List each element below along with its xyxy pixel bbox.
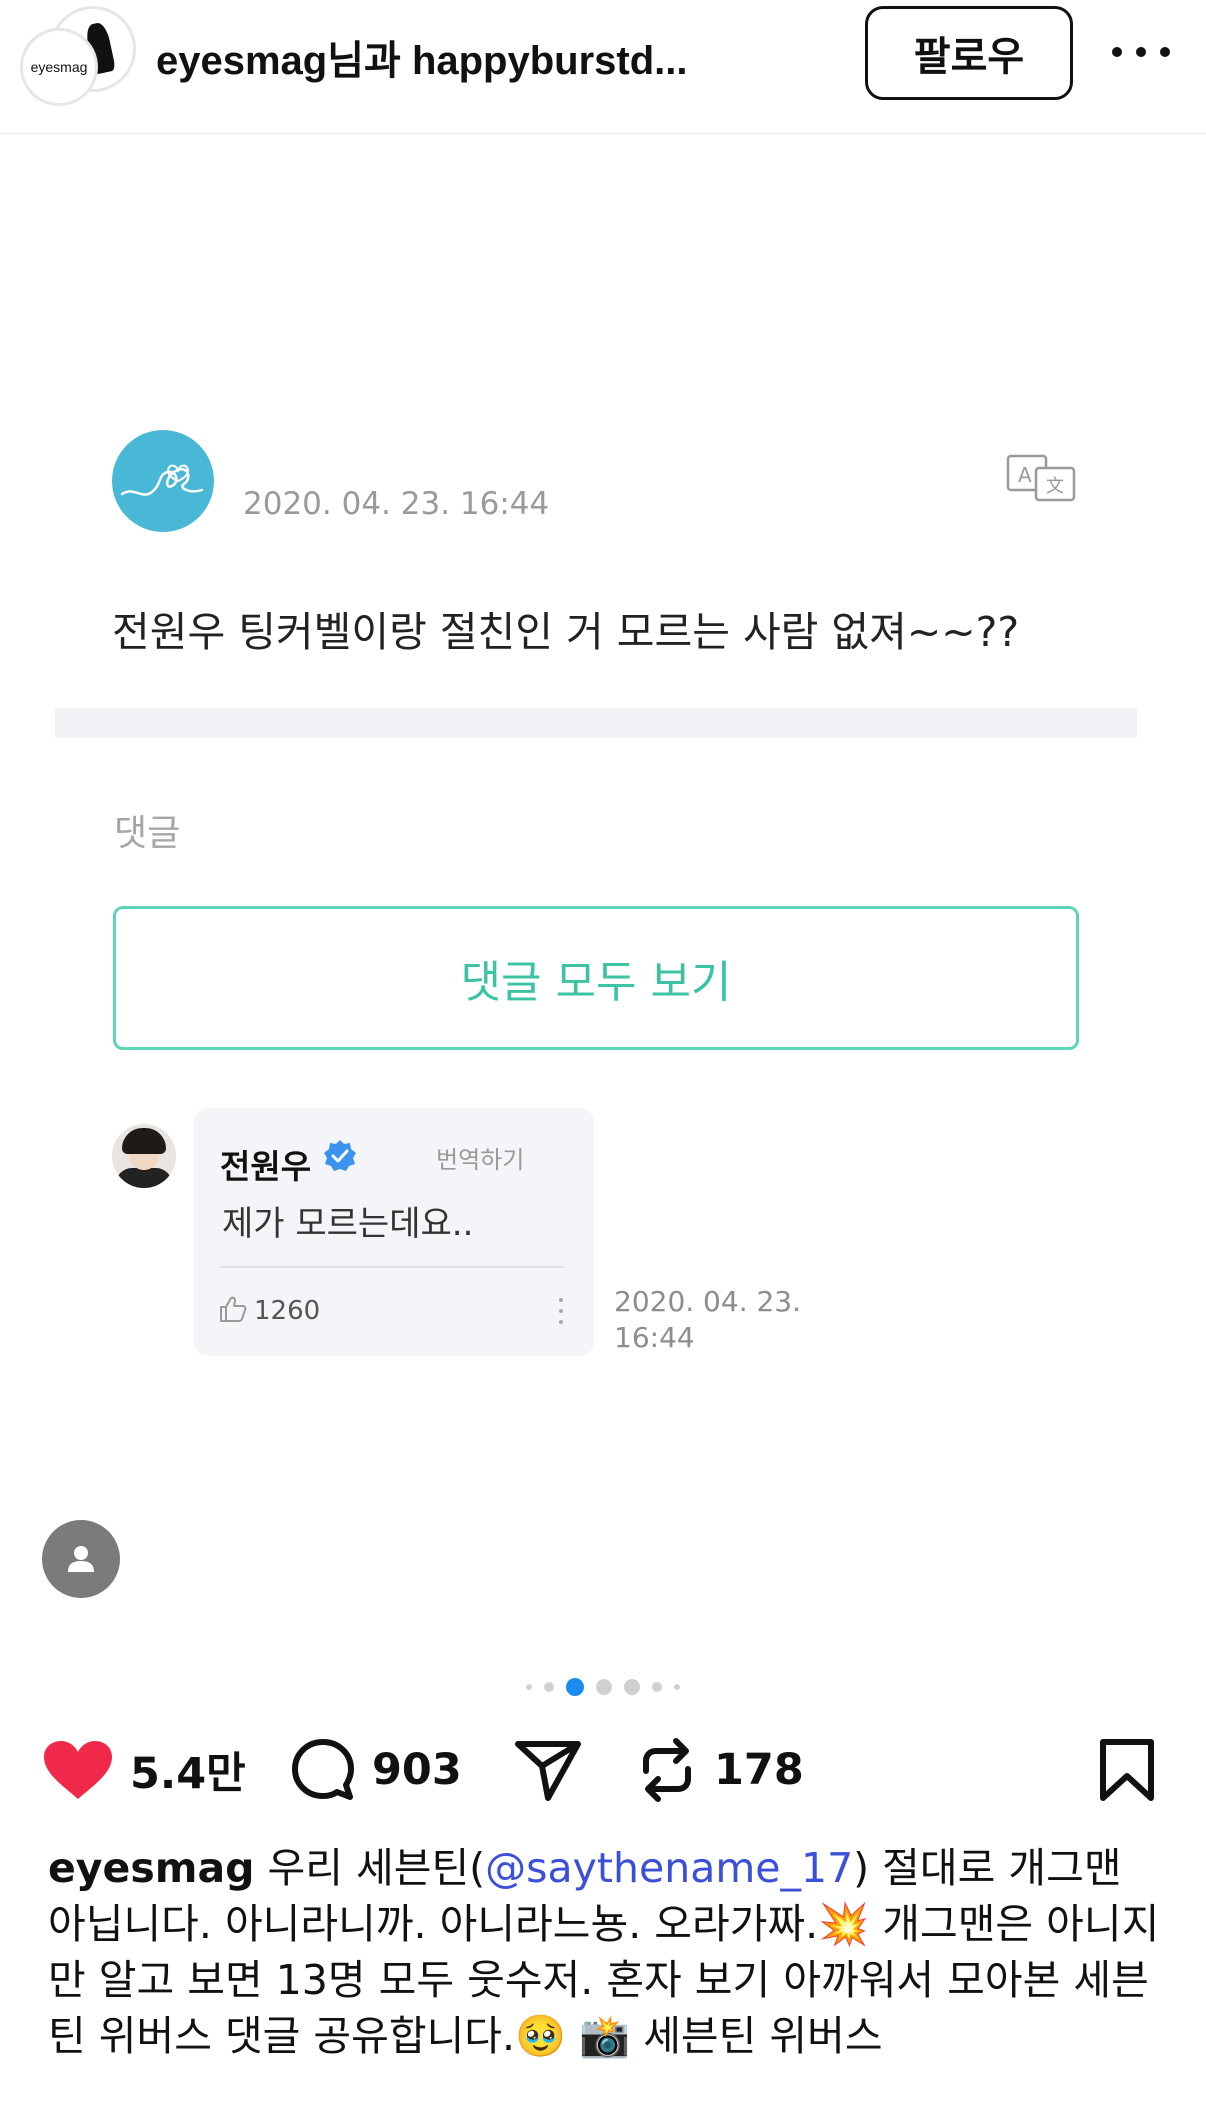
verified-badge-icon: [322, 1138, 358, 1174]
weverse-post-text: 전원우 팅커벨이랑 절친인 거 모르는 사람 없져~~??: [112, 608, 1020, 656]
reply-more-icon[interactable]: [558, 1298, 564, 1324]
comment-icon[interactable]: [290, 1737, 356, 1803]
carousel-indicator: [0, 1674, 1206, 1700]
carousel-dot: [526, 1684, 532, 1690]
svg-text:文: 文: [1046, 476, 1064, 497]
follow-button[interactable]: 팔로우: [865, 6, 1073, 100]
comment-section-label: 댓글: [114, 813, 181, 854]
reply-author-name: 전원우: [220, 1147, 312, 1186]
translate-icon[interactable]: A 文: [1006, 454, 1078, 502]
heart-icon[interactable]: [42, 1739, 114, 1801]
caption-mention[interactable]: @saythename_17: [485, 1844, 853, 1892]
comment-action[interactable]: 903: [290, 1730, 462, 1810]
reply-date-line-2: 16:44: [614, 1321, 695, 1354]
author-avatar[interactable]: eyesmag: [20, 28, 98, 106]
reply-user-avatar: [112, 1124, 176, 1188]
carousel-dot: [544, 1682, 554, 1692]
send-icon[interactable]: [514, 1738, 582, 1802]
section-divider: [55, 708, 1137, 738]
person-icon: [68, 1546, 94, 1572]
like-action[interactable]: 5.4만: [42, 1730, 246, 1810]
carousel-dot-active: [566, 1678, 584, 1696]
svg-text:A: A: [1018, 463, 1032, 487]
post-header: eyesmag eyesmag님과 happyburstd... 팔로우: [0, 0, 1206, 134]
repost-action[interactable]: 178: [636, 1730, 804, 1810]
save-action[interactable]: [1098, 1730, 1156, 1810]
view-all-comments-button[interactable]: 댓글 모두 보기: [113, 906, 1079, 1050]
carousel-dot: [674, 1684, 680, 1690]
caption-username[interactable]: eyesmag: [48, 1844, 254, 1892]
carousel-dot: [596, 1679, 612, 1695]
avatar-logo-text: eyesmag: [30, 59, 88, 75]
more-options-icon[interactable]: [1112, 30, 1170, 74]
bookmark-icon[interactable]: [1098, 1738, 1156, 1802]
tagged-users-button[interactable]: [42, 1520, 120, 1598]
reply-card: 전원우 번역하기 제가 모르는데요.. 1260: [194, 1108, 594, 1356]
post-author-title[interactable]: eyesmag님과 happyburstd...: [156, 28, 831, 86]
reply-translate-link[interactable]: 번역하기: [436, 1140, 524, 1175]
reply-text: 제가 모르는데요..: [222, 1204, 474, 1244]
weverse-user-avatar: [112, 430, 214, 532]
carousel-dot: [624, 1679, 640, 1695]
reply-date: 2020. 04. 23. 16:44: [614, 1284, 834, 1356]
carousel-dot: [652, 1682, 662, 1692]
comment-count: 903: [372, 1745, 462, 1795]
reply-like-count: 1260: [254, 1296, 321, 1326]
like-count: 5.4만: [130, 1749, 246, 1799]
reply-date-line-1: 2020. 04. 23.: [614, 1285, 802, 1318]
collab-avatars[interactable]: eyesmag: [20, 6, 136, 106]
caption-text-start: 우리 세븐틴(: [267, 1844, 486, 1892]
post-caption: eyesmag 우리 세븐틴(@saythename_17) 절대로 개그맨 아…: [48, 1840, 1166, 2064]
reply-divider: [220, 1266, 564, 1268]
action-bar: 5.4만 903 178: [0, 1730, 1206, 1810]
repost-count: 178: [714, 1745, 804, 1795]
repost-icon[interactable]: [636, 1737, 698, 1803]
weverse-post-date: 2020. 04. 23. 16:44: [243, 486, 550, 522]
share-action[interactable]: [514, 1730, 582, 1810]
thumbs-up-icon[interactable]: [218, 1294, 248, 1324]
